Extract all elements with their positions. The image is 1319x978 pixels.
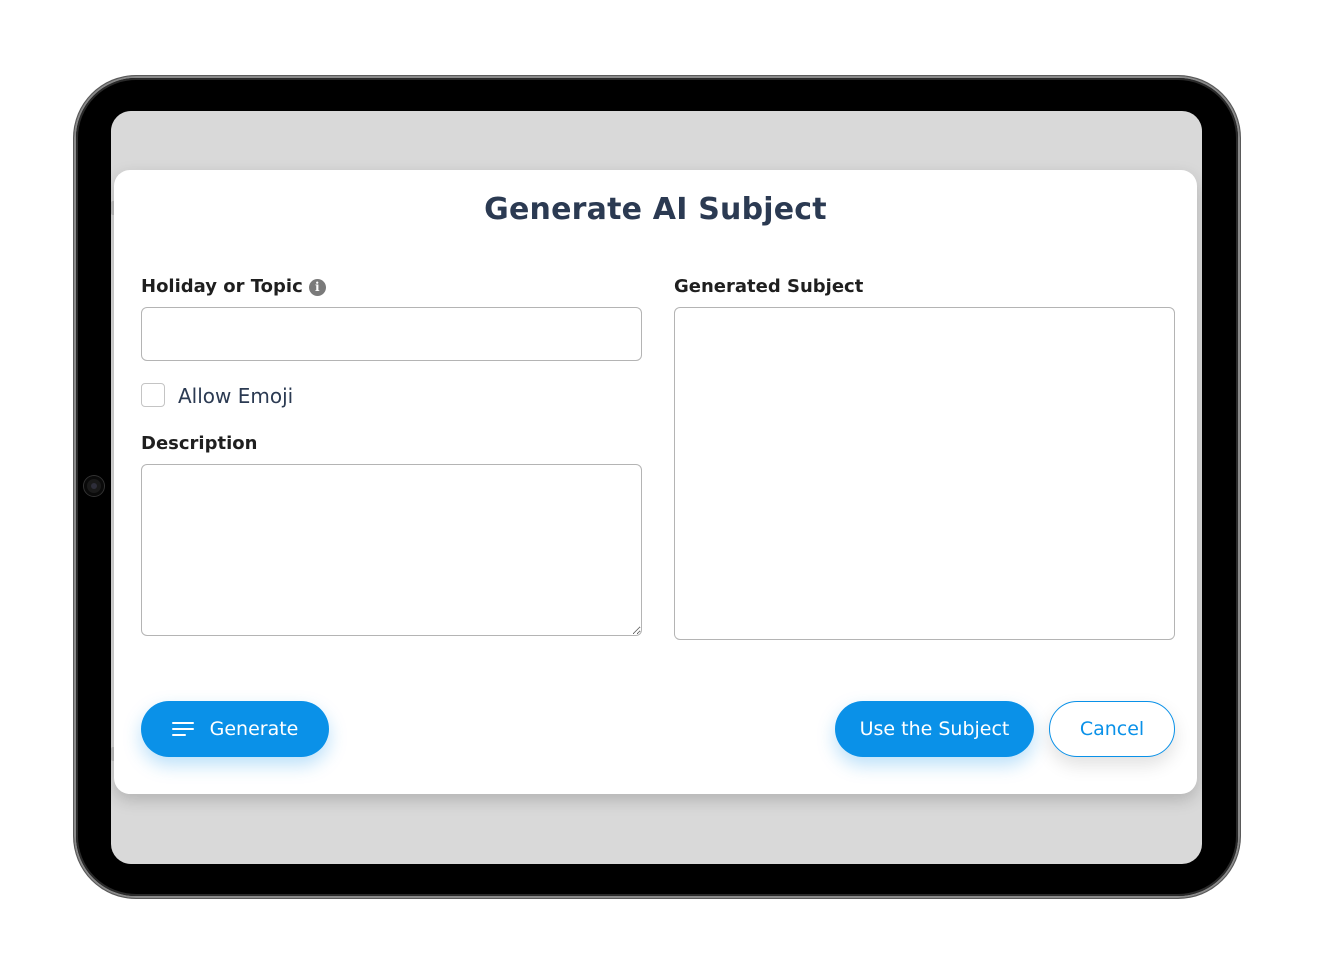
menu-lines-icon (171, 722, 194, 736)
generated-subject-textarea[interactable] (674, 307, 1175, 640)
screen: Generate AI Subject Holiday or Topic i Al… (111, 111, 1202, 864)
allow-emoji-label[interactable]: Allow Emoji (178, 384, 293, 408)
generate-button[interactable]: Generate (141, 701, 329, 757)
description-textarea[interactable] (141, 464, 642, 636)
topic-label: Holiday or Topic (141, 276, 303, 297)
description-label: Description (141, 433, 258, 454)
cancel-button-label: Cancel (1079, 718, 1145, 740)
generated-subject-label: Generated Subject (674, 276, 864, 297)
allow-emoji-checkbox[interactable] (141, 383, 165, 407)
use-subject-button[interactable]: Use the Subject (835, 701, 1034, 757)
dialog-title: Generate AI Subject (484, 192, 827, 227)
generate-button-label: Generate (209, 718, 299, 740)
topic-label-row: Holiday or Topic i (141, 276, 326, 297)
cancel-button[interactable]: Cancel (1049, 701, 1175, 757)
camera-icon (84, 476, 104, 496)
use-subject-button-label: Use the Subject (859, 718, 1010, 740)
topic-input[interactable] (141, 307, 642, 361)
generate-ai-subject-dialog: Generate AI Subject Holiday or Topic i Al… (114, 170, 1197, 794)
info-icon[interactable]: i (308, 279, 326, 296)
